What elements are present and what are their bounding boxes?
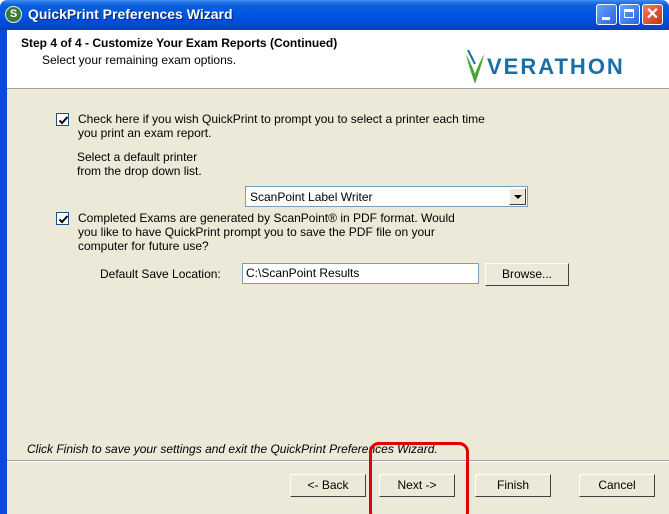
footer-divider xyxy=(7,460,669,462)
back-button[interactable]: <- Back xyxy=(290,474,366,497)
default-printer-dropdown[interactable]: ScanPoint Label Writer xyxy=(245,186,528,207)
checkmark-icon xyxy=(58,116,69,125)
save-location-label: Default Save Location: xyxy=(100,267,221,281)
browse-button[interactable]: Browse... xyxy=(485,263,569,286)
status-text: Click Finish to save your settings and e… xyxy=(27,442,438,456)
wizard-header: Step 4 of 4 - Customize Your Exam Report… xyxy=(7,30,669,89)
close-icon: ✕ xyxy=(645,6,660,23)
next-button[interactable]: Next -> xyxy=(379,474,455,497)
save-location-input[interactable] xyxy=(246,266,474,280)
default-printer-label-line2: from the drop down list. xyxy=(77,164,202,178)
wizard-body: Check here if you wish QuickPrint to pro… xyxy=(7,89,669,514)
window-border xyxy=(0,30,7,514)
save-pdf-label-line1: Completed Exams are generated by ScanPoi… xyxy=(78,211,455,225)
verathon-mark-icon xyxy=(466,50,484,84)
title-bar[interactable]: S QuickPrint Preferences Wizard ✕ xyxy=(0,0,669,30)
window-title: QuickPrint Preferences Wizard xyxy=(28,6,233,22)
save-pdf-checkbox[interactable] xyxy=(56,212,69,225)
chevron-down-icon[interactable] xyxy=(509,188,526,205)
maximize-button[interactable] xyxy=(619,4,640,25)
default-printer-value: ScanPoint Label Writer xyxy=(250,190,373,204)
prompt-printer-label-line2: you print an exam report. xyxy=(78,126,212,140)
minimize-button[interactable] xyxy=(596,4,617,25)
wizard-window: S QuickPrint Preferences Wizard ✕ Step 4… xyxy=(0,0,669,514)
save-pdf-label-line3: computer for future use? xyxy=(78,239,209,253)
finish-button[interactable]: Finish xyxy=(475,474,551,497)
prompt-printer-label-line1: Check here if you wish QuickPrint to pro… xyxy=(78,112,485,126)
save-pdf-label-line2: you like to have QuickPrint prompt you t… xyxy=(78,225,435,239)
logo-text: VERATHON xyxy=(487,54,625,79)
step-title: Step 4 of 4 - Customize Your Exam Report… xyxy=(21,36,338,50)
cancel-button[interactable]: Cancel xyxy=(579,474,655,497)
checkmark-icon xyxy=(58,215,69,224)
verathon-logo: VERATHON xyxy=(451,46,669,86)
default-printer-label-line1: Select a default printer xyxy=(77,150,198,164)
save-location-field[interactable] xyxy=(242,263,479,284)
prompt-printer-checkbox[interactable] xyxy=(56,113,69,126)
close-button[interactable]: ✕ xyxy=(642,4,663,25)
app-logo-icon: S xyxy=(5,6,22,23)
step-subtitle: Select your remaining exam options. xyxy=(42,53,237,67)
